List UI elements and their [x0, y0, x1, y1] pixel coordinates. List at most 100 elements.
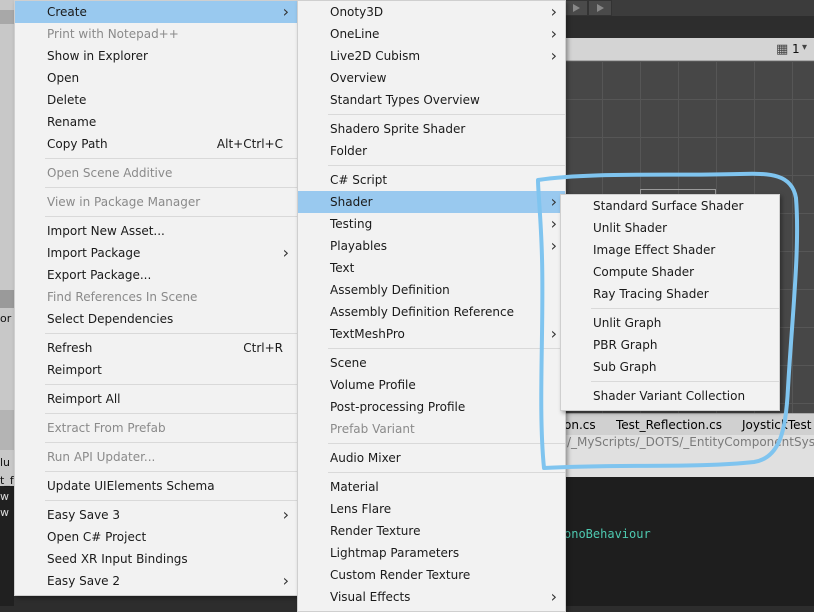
shader-item-sub-graph[interactable]: Sub Graph — [561, 356, 779, 378]
create-item-custom-render-texture[interactable]: Custom Render Texture — [298, 564, 565, 586]
menu-item-label: Post-processing Profile — [330, 400, 466, 414]
menu-item-label: Import Package — [47, 246, 141, 260]
create-item-textmeshpro[interactable]: TextMeshPro › — [298, 323, 565, 345]
file-path: /_MyScripts/_DOTS/_EntityComponentSystem — [567, 435, 814, 449]
grid-icon[interactable]: ▦ — [776, 42, 788, 57]
menu-item-reimport-all[interactable]: Reimport All — [15, 388, 297, 410]
menu-item-label: Text — [330, 261, 355, 275]
menu-item-label: Compute Shader — [593, 265, 695, 279]
create-item-post-processing-profile[interactable]: Post-processing Profile — [298, 396, 565, 418]
project-panel-edge: or lu t_f w w — [0, 0, 14, 606]
create-item-volume-profile[interactable]: Volume Profile — [298, 374, 565, 396]
menu-item-label: Audio Mixer — [330, 451, 401, 465]
menu-separator — [45, 187, 297, 188]
shader-item-shader-variant-collection[interactable]: Shader Variant Collection — [561, 385, 779, 407]
menu-item-update-uielements-schema[interactable]: Update UIElements Schema — [15, 475, 297, 497]
menu-item-easy-save-3[interactable]: Easy Save 3 › — [15, 504, 297, 526]
create-item-folder[interactable]: Folder — [298, 140, 565, 162]
chevron-right-icon: › — [550, 587, 557, 606]
shader-item-pbr-graph[interactable]: PBR Graph — [561, 334, 779, 356]
menu-item-delete[interactable]: Delete — [15, 89, 297, 111]
shader-item-image-effect-shader[interactable]: Image Effect Shader — [561, 239, 779, 261]
menu-item-label: Create — [47, 5, 87, 19]
menu-item-import-package[interactable]: Import Package › — [15, 242, 297, 264]
shader-submenu: Standard Surface Shader Unlit Shader Image… — [560, 194, 780, 411]
file-path-bar: /_MyScripts/_DOTS/_EntityComponentSystem — [564, 435, 814, 477]
shader-item-ray-tracing-shader[interactable]: Ray Tracing Shader — [561, 283, 779, 305]
menu-item-rename[interactable]: Rename — [15, 111, 297, 133]
menu-item-seed-xr-input-bindings[interactable]: Seed XR Input Bindings — [15, 548, 297, 570]
menu-item-export-package[interactable]: Export Package... — [15, 264, 297, 286]
shader-item-compute-shader[interactable]: Compute Shader — [561, 261, 779, 283]
edge-label: lu — [0, 456, 11, 469]
chevron-right-icon: › — [282, 243, 289, 262]
menu-item-show-in-explorer[interactable]: Show in Explorer — [15, 45, 297, 67]
menu-item-run-api-updater: Run API Updater... — [15, 446, 297, 468]
menu-item-copy-path[interactable]: Copy Path Alt+Ctrl+C — [15, 133, 297, 155]
step-button[interactable] — [588, 0, 612, 16]
code-editor[interactable]: onoBehaviour — [564, 477, 814, 606]
menu-item-label: Find References In Scene — [47, 290, 198, 304]
menu-item-label: Shadero Sprite Shader — [330, 122, 466, 136]
create-item-onoty3d[interactable]: Onoty3D › — [298, 1, 565, 23]
create-item-shadero-sprite-shader[interactable]: Shadero Sprite Shader — [298, 118, 565, 140]
menu-item-select-dependencies[interactable]: Select Dependencies — [15, 308, 297, 330]
create-item-lens-flare[interactable]: Lens Flare — [298, 498, 565, 520]
menu-item-label: Open C# Project — [47, 530, 147, 544]
menu-item-easy-save-2[interactable]: Easy Save 2 › — [15, 570, 297, 592]
create-item-oneline[interactable]: OneLine › — [298, 23, 565, 45]
create-item-shader[interactable]: Shader › — [298, 191, 565, 213]
menu-item-label: C# Script — [330, 173, 388, 187]
menu-item-reimport[interactable]: Reimport — [15, 359, 297, 381]
menu-separator — [45, 442, 297, 443]
menu-separator — [591, 381, 779, 382]
chevron-down-icon[interactable]: ▾ — [802, 42, 807, 53]
menu-separator — [45, 216, 297, 217]
create-item-render-texture[interactable]: Render Texture — [298, 520, 565, 542]
menu-item-import-new-asset[interactable]: Import New Asset... — [15, 220, 297, 242]
create-item-testing[interactable]: Testing › — [298, 213, 565, 235]
menu-item-label: Open — [47, 71, 80, 85]
create-item-playables[interactable]: Playables › — [298, 235, 565, 257]
menu-item-create[interactable]: Create › — [15, 1, 297, 23]
menu-item-open-c-project[interactable]: Open C# Project — [15, 526, 297, 548]
create-item-overview[interactable]: Overview — [298, 67, 565, 89]
tab-joystick-test[interactable]: JoystickTest — [742, 416, 811, 434]
tab-test-reflection[interactable]: Test_Reflection.cs — [616, 416, 722, 434]
shader-item-unlit-graph[interactable]: Unlit Graph — [561, 312, 779, 334]
menu-separator — [45, 413, 297, 414]
menu-item-label: TextMeshPro — [330, 327, 405, 341]
code-line: onoBehaviour — [564, 527, 651, 541]
menu-item-open-scene-additive: Open Scene Additive — [15, 162, 297, 184]
menu-item-label: Scene — [330, 356, 367, 370]
create-item-audio-mixer[interactable]: Audio Mixer — [298, 447, 565, 469]
create-item-material[interactable]: Material — [298, 476, 565, 498]
panel-strip — [0, 10, 14, 24]
menu-separator — [328, 443, 565, 444]
scene-toolbar: ▦ 1 ▾ — [564, 38, 814, 61]
menu-item-label: Sub Graph — [593, 360, 657, 374]
menu-item-label: PBR Graph — [593, 338, 658, 352]
create-item-scene[interactable]: Scene — [298, 352, 565, 374]
create-item-visual-effects[interactable]: Visual Effects › — [298, 586, 565, 608]
menu-item-label: Lens Flare — [330, 502, 392, 516]
menu-item-open[interactable]: Open — [15, 67, 297, 89]
create-item-text[interactable]: Text — [298, 257, 565, 279]
create-item-lightmap-parameters[interactable]: Lightmap Parameters — [298, 542, 565, 564]
menu-item-shortcut: Alt+Ctrl+C — [216, 137, 283, 151]
create-item-assembly-definition[interactable]: Assembly Definition — [298, 279, 565, 301]
create-item-c-script[interactable]: C# Script — [298, 169, 565, 191]
menu-item-find-references-in-scene: Find References In Scene — [15, 286, 297, 308]
pause-button[interactable] — [564, 0, 588, 16]
menu-separator — [45, 471, 297, 472]
shader-item-unlit-shader[interactable]: Unlit Shader — [561, 217, 779, 239]
create-item-live2d-cubism[interactable]: Live2D Cubism › — [298, 45, 565, 67]
create-item-assembly-definition-reference[interactable]: Assembly Definition Reference — [298, 301, 565, 323]
create-item-standart-types-overview[interactable]: Standart Types Overview — [298, 89, 565, 111]
menu-separator — [328, 472, 565, 473]
menu-item-refresh[interactable]: Refresh Ctrl+R — [15, 337, 297, 359]
menu-item-label: Print with Notepad++ — [47, 27, 179, 41]
menu-item-label: Lightmap Parameters — [330, 546, 460, 560]
shader-item-standard-surface-shader[interactable]: Standard Surface Shader — [561, 195, 779, 217]
tab-script[interactable]: on.cs — [564, 416, 596, 434]
